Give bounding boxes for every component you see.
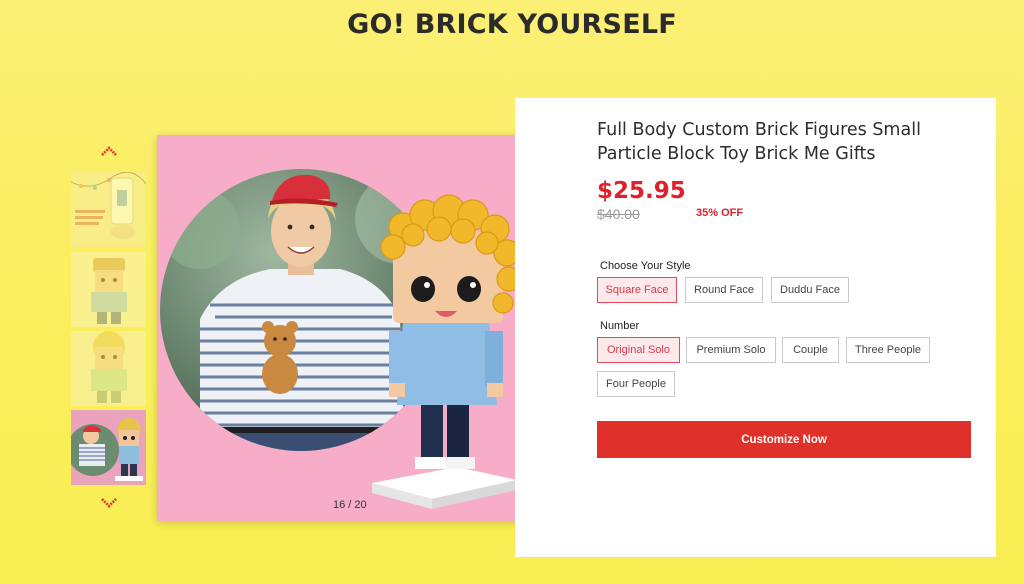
number-option-four-people[interactable]: Four People — [597, 371, 675, 397]
number-option-couple[interactable]: Couple — [782, 337, 839, 363]
page-headline: GO! BRICK YOURSELF — [347, 9, 677, 40]
brick-figure-image — [372, 194, 522, 509]
chevron-up-icon — [101, 146, 117, 156]
style-option-round-face[interactable]: Round Face — [685, 277, 763, 303]
customize-now-button[interactable]: Customize Now — [597, 421, 971, 458]
discount-badge: 35% OFF — [696, 207, 744, 219]
number-option-original-solo[interactable]: Original Solo — [597, 337, 680, 363]
product-info-panel: Full Body Custom Brick Figures Small Par… — [515, 98, 996, 557]
style-option-duddu-face[interactable]: Duddu Face — [771, 277, 849, 303]
photo-and-figure-thumbnail-image — [71, 418, 143, 481]
style-label: Choose Your Style — [600, 260, 691, 272]
thumbnail-4-active[interactable] — [71, 410, 146, 485]
tutorial-thumbnail-image — [71, 172, 146, 239]
product-title: Full Body Custom Brick Figures Small Par… — [597, 120, 921, 164]
number-label: Number — [600, 320, 640, 332]
thumbnails-down-button[interactable] — [98, 496, 120, 510]
thumbnails-up-button[interactable] — [98, 144, 120, 158]
main-product-image[interactable]: 16 / 20 — [157, 135, 544, 521]
thumbnail-3[interactable] — [71, 331, 146, 406]
brick-figure-thumbnail-image — [91, 331, 127, 403]
original-price: $40.00 — [597, 206, 640, 222]
thumbnail-1[interactable] — [71, 172, 146, 247]
style-option-square-face[interactable]: Square Face — [597, 277, 677, 303]
brick-figure-thumbnail-image — [91, 258, 127, 324]
number-option-premium-solo[interactable]: Premium Solo — [686, 337, 776, 363]
chevron-down-icon — [101, 498, 117, 508]
number-option-three-people[interactable]: Three People — [846, 337, 930, 363]
image-counter: 16 / 20 — [333, 499, 367, 511]
thumbnail-2[interactable] — [71, 252, 146, 327]
current-price: $25.95 — [597, 178, 686, 204]
